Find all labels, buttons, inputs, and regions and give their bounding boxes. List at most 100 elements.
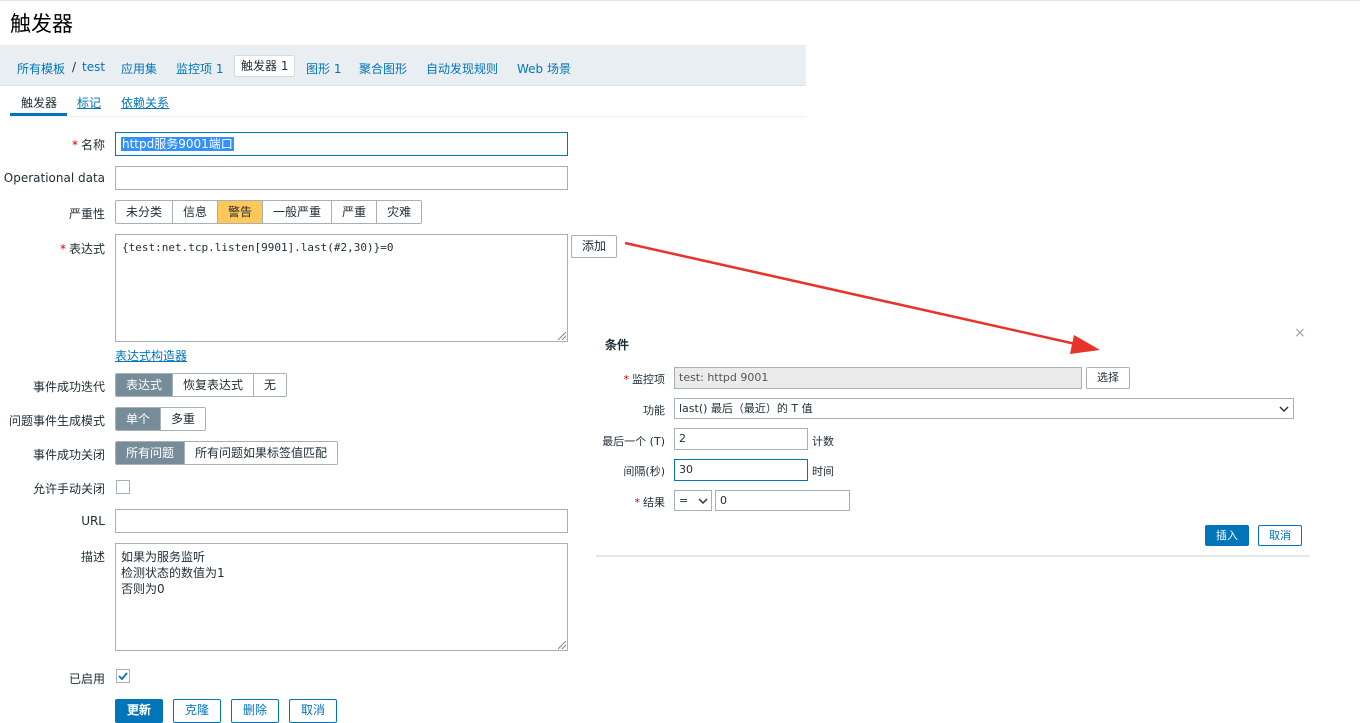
interval-unit: 时间 xyxy=(812,465,834,478)
select-item-button[interactable]: 选择 xyxy=(1086,367,1130,389)
severity-not-classified[interactable]: 未分类 xyxy=(116,201,174,223)
expression-builder-link[interactable]: 表达式构造器 xyxy=(115,347,187,364)
cancel-button[interactable]: 取消 xyxy=(289,699,337,723)
dialog-cancel-button[interactable]: 取消 xyxy=(1258,525,1302,546)
add-expression-button[interactable]: 添加 xyxy=(571,235,618,258)
close-icon[interactable]: × xyxy=(1294,325,1306,341)
nav-applications[interactable]: 应用集 xyxy=(121,60,157,77)
form-tabs: 触发器 标记 依赖关系 xyxy=(10,86,806,117)
severity-warning[interactable]: 警告 xyxy=(218,201,264,223)
problem-mode-selector: 单个 多重 xyxy=(115,407,207,431)
problem-mode-single[interactable]: 单个 xyxy=(116,408,162,430)
enabled-label-row: 已启用 xyxy=(0,670,105,686)
url-input[interactable] xyxy=(115,509,568,533)
problem-mode-multiple[interactable]: 多重 xyxy=(161,408,206,430)
severity-selector: 未分类 信息 警告 一般严重 严重 灾难 xyxy=(115,200,423,224)
update-button[interactable]: 更新 xyxy=(115,699,163,723)
nav-web[interactable]: Web 场景 xyxy=(517,60,571,77)
ok-close-tag-match[interactable]: 所有问题如果标签值匹配 xyxy=(185,442,338,464)
name-label-row: * 名称 xyxy=(0,136,105,152)
enabled-label: 已启用 xyxy=(68,672,105,686)
dialog-last-label: 最后一个 (T) xyxy=(602,435,665,448)
severity-label: 严重性 xyxy=(68,207,105,221)
ok-event-selector: 表达式 恢复表达式 无 xyxy=(115,373,288,397)
ok-event-label-row: 事件成功迭代 xyxy=(0,378,105,394)
item-input[interactable]: test: httpd 9001 xyxy=(674,367,1082,389)
breadcrumb-separator: / xyxy=(72,60,77,74)
chevron-down-icon xyxy=(1279,406,1289,413)
name-label: * 名称 xyxy=(71,138,105,152)
tab-dependencies[interactable]: 依赖关系 xyxy=(121,94,169,111)
result-operator-select[interactable]: = xyxy=(674,490,712,511)
problem-mode-label: 问题事件生成模式 xyxy=(8,414,105,428)
opdata-label: Operational data xyxy=(3,171,105,185)
description-label: 描述 xyxy=(80,550,105,564)
insert-button[interactable]: 插入 xyxy=(1205,525,1249,546)
opdata-input[interactable] xyxy=(115,166,568,190)
severity-disaster[interactable]: 灾难 xyxy=(377,201,422,223)
clone-button[interactable]: 克隆 xyxy=(173,699,221,723)
tab-trigger[interactable]: 触发器 xyxy=(21,94,57,111)
url-label: URL xyxy=(81,514,105,528)
url-label-row: URL xyxy=(0,514,105,530)
severity-average[interactable]: 一般严重 xyxy=(263,201,333,223)
resize-handle[interactable] xyxy=(558,332,566,340)
tab-tags[interactable]: 标记 xyxy=(77,94,101,111)
description-line: 如果为服务监听 xyxy=(121,550,206,564)
page-title: 触发器 xyxy=(10,12,73,36)
manual-close-label: 允许手动关闭 xyxy=(32,482,105,496)
description-label-row: 描述 xyxy=(0,548,105,564)
ok-event-label: 事件成功迭代 xyxy=(32,380,105,394)
manual-close-checkbox[interactable] xyxy=(116,480,130,494)
ok-close-label-row: 事件成功关闭 xyxy=(0,446,105,462)
ok-event-expression[interactable]: 表达式 xyxy=(116,374,174,396)
ok-close-selector: 所有问题 所有问题如果标签值匹配 xyxy=(115,441,339,465)
expression-label: * 表达式 xyxy=(59,242,105,256)
dialog-item-label: * 监控项 xyxy=(623,373,666,386)
name-value: httpd服务9001端口 xyxy=(121,137,234,151)
breadcrumb-nav: 所有模板 / test 应用集 监控项 1 触发器 1 图形 1 聚合图形 自动… xyxy=(0,45,806,86)
severity-label-row: 严重性 xyxy=(0,205,105,221)
opdata-label-row: Operational data xyxy=(0,171,105,187)
dialog-function-label: 功能 xyxy=(643,404,665,417)
expression-label-row: * 表达式 xyxy=(0,240,105,256)
nav-host[interactable]: test xyxy=(82,60,105,74)
last-count-input[interactable]: 2 xyxy=(674,428,808,450)
nav-discovery[interactable]: 自动发现规则 xyxy=(426,60,498,77)
result-value-input[interactable]: 0 xyxy=(715,490,850,511)
function-select[interactable]: last() 最后（最近）的 T 值 xyxy=(674,398,1294,419)
nav-items[interactable]: 监控项 1 xyxy=(176,60,223,77)
description-line: 检测状态的数值为1 xyxy=(121,566,225,580)
dialog-result-label: * 结果 xyxy=(634,496,666,509)
expression-value: {test:net.tcp.listen[9901].last(#2,30)}=… xyxy=(122,241,394,254)
resize-handle[interactable] xyxy=(558,641,566,649)
name-input[interactable]: httpd服务9001端口 xyxy=(115,132,568,156)
check-icon xyxy=(118,672,128,681)
condition-dialog: 条件 × * 监控项 test: httpd 9001 选择 功能 last() … xyxy=(596,323,1310,557)
interval-input[interactable]: 30 xyxy=(674,459,808,481)
nav-graphs[interactable]: 图形 1 xyxy=(306,60,341,77)
expression-textarea[interactable]: {test:net.tcp.listen[9901].last(#2,30)}=… xyxy=(115,234,568,342)
description-textarea[interactable]: 如果为服务监听 检测状态的数值为1 否则为0 xyxy=(115,543,568,651)
problem-mode-label-row: 问题事件生成模式 xyxy=(0,412,105,428)
nav-screens[interactable]: 聚合图形 xyxy=(359,60,407,77)
delete-button[interactable]: 删除 xyxy=(231,699,279,723)
nav-all-templates[interactable]: 所有模板 xyxy=(17,60,65,77)
severity-high[interactable]: 严重 xyxy=(332,201,378,223)
ok-close-label: 事件成功关闭 xyxy=(32,448,105,462)
ok-event-none[interactable]: 无 xyxy=(254,374,287,396)
result-operator-value: = xyxy=(679,494,689,507)
manual-close-label-row: 允许手动关闭 xyxy=(0,480,105,496)
ok-close-all[interactable]: 所有问题 xyxy=(116,442,186,464)
ok-event-recovery[interactable]: 恢复表达式 xyxy=(173,374,255,396)
description-line: 否则为0 xyxy=(121,582,165,596)
chevron-down-icon xyxy=(698,498,708,505)
dialog-title: 条件 xyxy=(605,338,630,352)
nav-triggers[interactable]: 触发器 1 xyxy=(234,55,296,77)
active-tab-indicator xyxy=(10,113,67,116)
enabled-checkbox[interactable] xyxy=(116,669,130,683)
last-unit: 计数 xyxy=(812,435,834,448)
function-value: last() 最后（最近）的 T 值 xyxy=(679,402,813,415)
top-border xyxy=(0,0,1360,1)
severity-information[interactable]: 信息 xyxy=(173,201,219,223)
